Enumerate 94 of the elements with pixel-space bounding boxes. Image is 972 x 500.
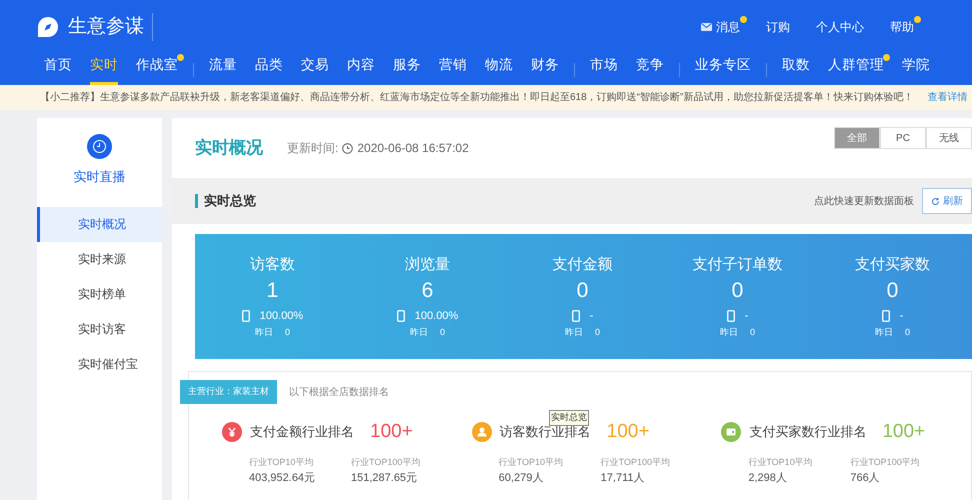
nav-tab[interactable]: 业务专区: [695, 54, 751, 85]
device-tab[interactable]: PC: [880, 127, 926, 149]
stat-label: 支付买家数: [855, 255, 930, 275]
average-value: 17,711人: [600, 470, 646, 486]
header-link[interactable]: 个人中心: [816, 18, 864, 36]
yesterday-value: 0: [440, 326, 445, 339]
nav-tab[interactable]: 营销: [439, 54, 467, 85]
yesterday-value: 0: [594, 326, 600, 339]
phone-icon: [396, 310, 405, 322]
stat-value: 0: [576, 278, 588, 304]
stat-value: 0: [732, 278, 744, 304]
ranking-value: 100+: [370, 420, 413, 444]
stat-share: -: [590, 308, 594, 324]
stat-label: 支付金额: [552, 255, 612, 275]
ranking-value: 100+: [606, 420, 650, 444]
phone-icon: [882, 310, 890, 322]
yesterday-value: 0: [750, 326, 755, 339]
updated-label: 更新时间:: [287, 140, 338, 157]
ranking-title: 支付买家数行业排名: [749, 423, 866, 442]
yesterday-label: 昨日: [720, 326, 738, 339]
stat-label: 访客数: [250, 255, 295, 275]
notice-link[interactable]: 查看详情: [927, 90, 968, 105]
compass-icon: [36, 15, 60, 39]
phone-icon: [572, 310, 580, 322]
industry-tag: 主营行业：家装主材: [180, 380, 277, 404]
nav-tab[interactable]: 作战室: [136, 54, 178, 85]
clock-icon: [342, 142, 354, 154]
average-value: 60,279人: [498, 470, 544, 486]
phone-icon: [726, 310, 735, 322]
updated-time: 2020-06-08 16:57:02: [357, 140, 469, 157]
yesterday-value: 0: [904, 326, 910, 339]
logo-text: 生意参谋: [68, 12, 153, 42]
stat-value: 1: [266, 278, 278, 304]
stat-value: 6: [422, 278, 434, 304]
nav-tab[interactable]: 竞争: [636, 54, 664, 85]
average-value: 151,287.65元: [351, 470, 418, 486]
ranking-title: 访客数行业排名: [500, 423, 591, 442]
clock-icon: [87, 134, 112, 159]
phone-icon: [242, 310, 250, 322]
nav-tab[interactable]: 交易: [301, 54, 329, 85]
sidebar-item[interactable]: 实时访客: [37, 312, 162, 346]
refresh-button[interactable]: 刷新: [922, 188, 972, 214]
average-label: 行业TOP10平均: [498, 456, 564, 469]
nav-tab[interactable]: 服务: [393, 54, 421, 85]
ranking-value: 100+: [882, 420, 926, 444]
notice-text: 【小二推荐】生意参谋多款产品联袂升级，新老客渠道偏好、商品连带分析、红蓝海市场定位等全新功能推出！即日起至618，订购即送“智能诊断”新品试用，助您拉新促活提客单！快来订购体验吧！: [40, 90, 914, 105]
device-tab[interactable]: 无线: [926, 127, 972, 149]
average-label: 行业TOP100平均: [351, 456, 420, 469]
stat-label: 浏览量: [405, 255, 450, 275]
stat-share: 100.00%: [414, 308, 458, 324]
sidebar-item[interactable]: 实时概况: [37, 206, 162, 242]
nav-tab[interactable]: 财务: [531, 54, 559, 85]
refresh-hint: 点此快速更新数据面板: [814, 194, 914, 208]
stat-share: -: [744, 308, 748, 324]
average-value: 766人: [850, 470, 881, 486]
nav-tab[interactable]: 品类: [255, 54, 283, 85]
sidebar-item[interactable]: 实时催付宝: [37, 346, 162, 382]
nav-tab[interactable]: 取数: [782, 54, 810, 85]
header-link[interactable]: 订购: [766, 18, 790, 36]
stat-value: 0: [886, 278, 898, 304]
yesterday-label: 昨日: [254, 326, 273, 339]
header-link[interactable]: 消息: [701, 18, 740, 36]
sidebar-title: 实时直播: [74, 168, 126, 186]
nav-tab[interactable]: 物流: [485, 54, 513, 85]
ranking-note: 以下根据全店数据排名: [289, 386, 389, 400]
average-value: 403,952.64元: [249, 470, 316, 486]
mail-icon: [701, 23, 712, 31]
tooltip: 实时总览: [549, 410, 589, 426]
average-value: 2,298人: [748, 470, 788, 486]
header-link[interactable]: 帮助: [890, 18, 914, 36]
yesterday-label: 昨日: [564, 326, 583, 339]
yesterday-value: 0: [284, 326, 290, 339]
device-tab[interactable]: 全部: [834, 127, 880, 149]
nav-tab[interactable]: 流量: [209, 54, 237, 85]
nav-tab[interactable]: 学院: [902, 54, 930, 85]
yesterday-label: 昨日: [874, 326, 893, 339]
nav-tab[interactable]: 首页: [44, 54, 72, 85]
refresh-icon: [931, 196, 940, 206]
stat-share: -: [900, 308, 904, 324]
nav-tab[interactable]: 内容: [347, 54, 375, 85]
stat-share: 100.00%: [260, 308, 304, 324]
average-label: 行业TOP100平均: [850, 456, 920, 469]
yesterday-label: 昨日: [410, 326, 428, 339]
nav-tab[interactable]: 人群管理: [828, 54, 884, 85]
average-label: 行业TOP10平均: [748, 456, 814, 469]
average-label: 行业TOP100平均: [600, 456, 670, 469]
stat-label: 支付子订单数: [692, 255, 782, 275]
sidebar-item[interactable]: 实时来源: [37, 242, 162, 276]
page-title: 实时概况: [195, 137, 263, 160]
sidebar-item[interactable]: 实时榜单: [37, 276, 162, 312]
average-label: 行业TOP10平均: [249, 456, 314, 469]
section-title: 实时总览: [204, 192, 256, 210]
nav-tab[interactable]: 市场: [590, 54, 618, 85]
ranking-title: 支付金额行业排名: [250, 423, 354, 442]
